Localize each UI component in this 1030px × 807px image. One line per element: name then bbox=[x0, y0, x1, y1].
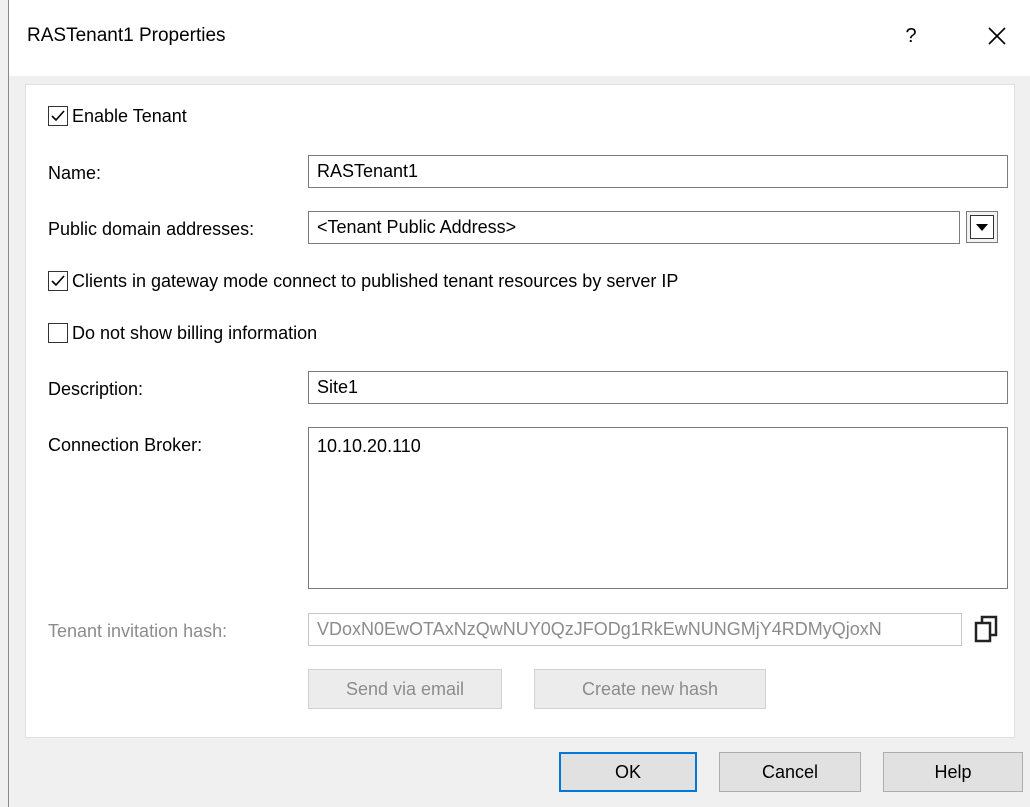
copy-hash-button[interactable] bbox=[972, 613, 1002, 645]
invitation-hash-input[interactable]: VDoxN0EwOTAxNzQwNUY0QzJFODg1RkEwNUNGMjY4… bbox=[308, 613, 962, 646]
public-domain-input[interactable]: <Tenant Public Address> bbox=[308, 211, 960, 244]
checkmark-icon bbox=[51, 275, 65, 287]
connection-broker-label: Connection Broker: bbox=[48, 435, 203, 455]
enable-tenant-checkbox[interactable] bbox=[48, 106, 68, 126]
help-button[interactable]: Help bbox=[883, 752, 1023, 792]
gateway-mode-label[interactable]: Clients in gateway mode connect to publi… bbox=[72, 271, 678, 292]
connection-broker-textarea[interactable]: 10.10.20.110 bbox=[308, 427, 1008, 589]
dialog-title: RASTenant1 Properties bbox=[27, 25, 226, 46]
close-icon bbox=[988, 27, 1006, 45]
checkmark-icon bbox=[51, 110, 65, 122]
send-via-email-button[interactable]: Send via email bbox=[308, 669, 502, 709]
enable-tenant-label[interactable]: Enable Tenant bbox=[72, 106, 187, 127]
invitation-hash-label: Tenant invitation hash: bbox=[48, 621, 228, 641]
name-input[interactable]: RASTenant1 bbox=[308, 155, 1008, 188]
public-domain-label: Public domain addresses: bbox=[48, 219, 255, 239]
title-bar: RASTenant1 Properties ? bbox=[9, 0, 1030, 76]
gateway-mode-checkbox[interactable] bbox=[48, 271, 68, 291]
ok-button[interactable]: OK bbox=[559, 752, 697, 792]
name-label: Name: bbox=[48, 163, 102, 183]
create-new-hash-button[interactable]: Create new hash bbox=[534, 669, 766, 709]
dropdown-arrow-icon bbox=[976, 224, 988, 231]
public-domain-dropdown-button[interactable] bbox=[966, 211, 998, 243]
close-button[interactable] bbox=[979, 18, 1015, 54]
copy-icon bbox=[974, 615, 998, 643]
cancel-button[interactable]: Cancel bbox=[719, 752, 861, 792]
description-label: Description: bbox=[48, 379, 144, 399]
description-input[interactable]: Site1 bbox=[308, 371, 1008, 404]
billing-checkbox[interactable] bbox=[48, 323, 68, 343]
properties-dialog: RASTenant1 Properties ? Enable Tenant Na… bbox=[8, 0, 1030, 807]
billing-label[interactable]: Do not show billing information bbox=[72, 323, 317, 344]
dropdown-frame bbox=[970, 215, 994, 239]
help-title-button[interactable]: ? bbox=[893, 18, 929, 54]
properties-panel: Enable Tenant Name: RASTenant1 Public do… bbox=[25, 84, 1015, 738]
